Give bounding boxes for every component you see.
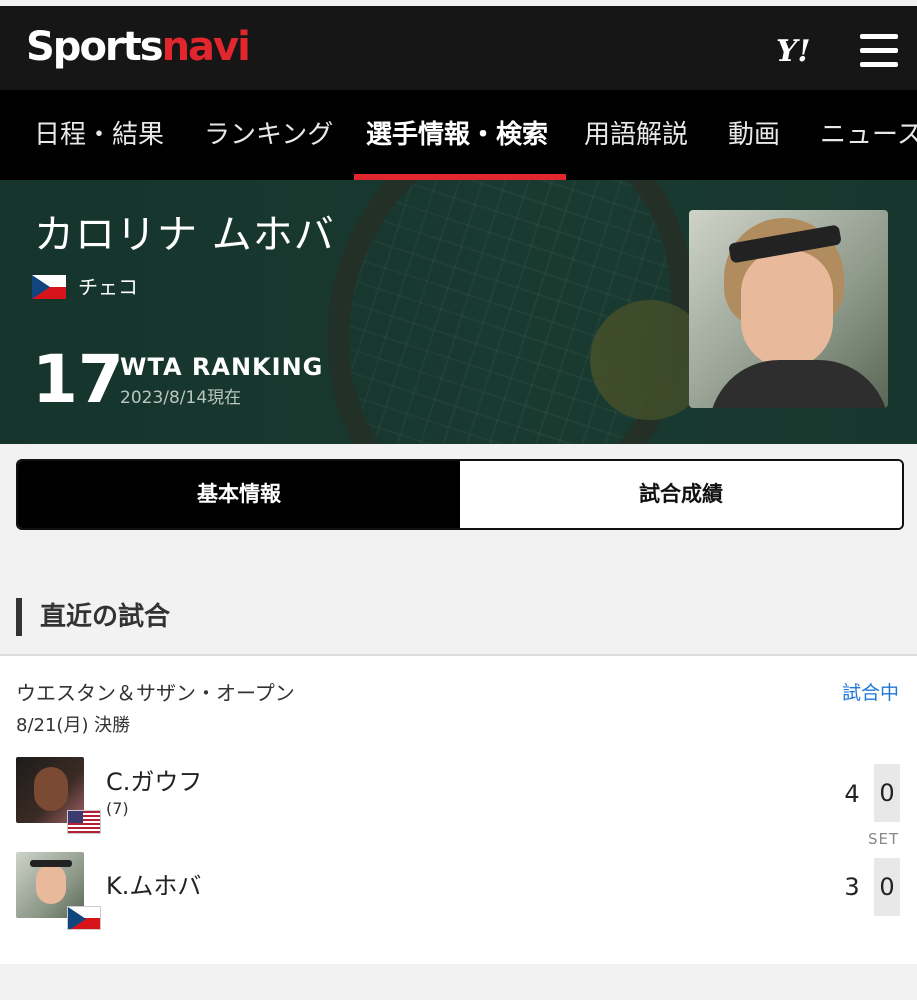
player1-sets: 0 bbox=[874, 764, 900, 822]
set-label: SET bbox=[868, 830, 900, 848]
category-nav: 日程・結果 ランキング 選手情報・検索 用語解説 動画 ニュース bbox=[0, 90, 917, 180]
player1-seed: (7) bbox=[106, 799, 129, 818]
match-date-round: 8/21(月) 決勝 bbox=[16, 715, 131, 736]
player-country: チェコ bbox=[78, 275, 138, 299]
top-bar: Sportsnavi Y! bbox=[0, 6, 917, 90]
player2-sets: 0 bbox=[874, 858, 900, 916]
nav-item-schedule[interactable]: 日程・結果 bbox=[34, 90, 164, 180]
nav-item-ranking[interactable]: ランキング bbox=[204, 90, 333, 180]
czech-flag-icon bbox=[32, 275, 66, 299]
sportsnavi-logo[interactable]: Sportsnavi bbox=[26, 24, 251, 70]
player-hero: カロリナ ムホバ チェコ 17 WTA RANKING 2023/8/14現在 bbox=[0, 180, 917, 444]
match-status: 試合中 bbox=[842, 682, 900, 704]
section-title-recent-match: 直近の試合 bbox=[16, 598, 170, 636]
match-card[interactable]: ウエスタン＆サザン・オープン 試合中 8/21(月) 決勝 C.ガウフ (7) … bbox=[0, 656, 917, 964]
ranking-number: 17 bbox=[32, 341, 124, 418]
nav-item-glossary[interactable]: 用語解説 bbox=[584, 90, 688, 180]
player-photo bbox=[689, 210, 888, 408]
tab-match-results[interactable]: 試合成績 bbox=[460, 461, 902, 528]
nav-item-player-search[interactable]: 選手情報・検索 bbox=[366, 90, 548, 180]
yahoo-logo[interactable]: Y! bbox=[776, 34, 811, 70]
player2-name: K.ムホバ bbox=[106, 872, 202, 900]
logo-sports-text: Sports bbox=[26, 24, 164, 70]
tab-basic-info[interactable]: 基本情報 bbox=[18, 461, 460, 528]
profile-tabs: 基本情報 試合成績 bbox=[16, 459, 904, 530]
player1-name: C.ガウフ bbox=[106, 768, 203, 796]
nav-item-video[interactable]: 動画 bbox=[728, 90, 780, 180]
tournament-name: ウエスタン＆サザン・オープン bbox=[16, 681, 295, 705]
ranking-label: WTA RANKING bbox=[120, 353, 324, 381]
ranking-date: 2023/8/14現在 bbox=[120, 388, 242, 408]
logo-navi-text: navi bbox=[161, 24, 251, 70]
nav-item-news[interactable]: ニュース bbox=[820, 90, 917, 180]
player-name: カロリナ ムホバ bbox=[34, 212, 335, 258]
us-flag-icon bbox=[67, 810, 101, 834]
player2-games: 3 bbox=[844, 873, 860, 901]
player1-games: 4 bbox=[844, 780, 860, 808]
czech-flag-icon bbox=[67, 906, 101, 930]
hamburger-icon[interactable] bbox=[860, 34, 898, 68]
